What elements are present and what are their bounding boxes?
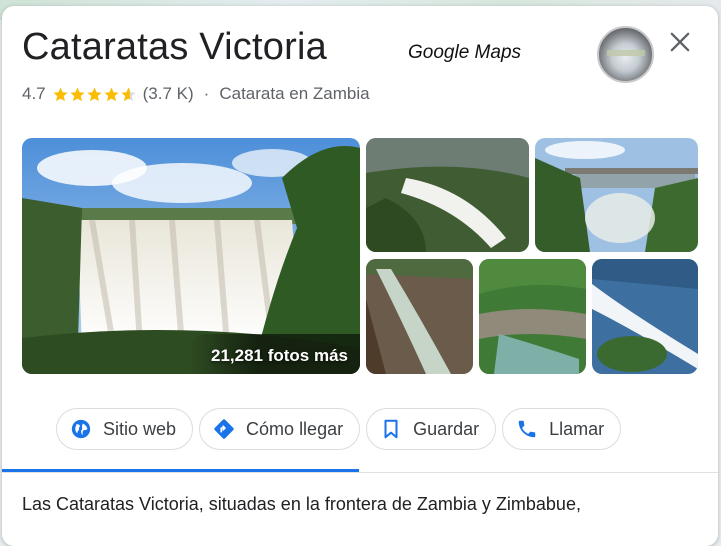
close-button[interactable] — [666, 28, 694, 56]
active-tab-indicator — [2, 469, 359, 472]
rating-value: 4.7 — [22, 84, 46, 103]
directions-icon — [212, 417, 236, 441]
review-count[interactable]: (3.7 K) — [143, 84, 194, 104]
save-label: Guardar — [413, 418, 480, 439]
tab-divider — [2, 472, 718, 473]
photo-3[interactable] — [535, 138, 698, 252]
google-maps-label[interactable]: Google Maps — [408, 42, 521, 64]
website-button[interactable]: Sitio web — [56, 408, 194, 450]
photo-2[interactable] — [366, 138, 529, 252]
photo-4[interactable] — [366, 259, 473, 374]
save-button[interactable]: Guardar — [366, 408, 497, 450]
call-label: Llamar — [549, 418, 605, 439]
more-photos-label[interactable]: 21,281 fotos más — [211, 346, 348, 366]
place-description: Las Cataratas Victoria, situadas en la f… — [22, 494, 581, 514]
directions-label: Cómo llegar — [246, 418, 344, 439]
place-category: Catarata en Zambia — [219, 84, 370, 103]
action-buttons: Sitio web Cómo llegar Guardar Llamar — [56, 408, 622, 450]
star-icon — [70, 86, 85, 101]
directions-button[interactable]: Cómo llegar — [199, 408, 361, 450]
photo-main[interactable]: 21,281 fotos más — [22, 138, 360, 374]
phone-icon — [515, 417, 539, 441]
call-button[interactable]: Llamar — [502, 408, 622, 450]
bookmark-icon — [379, 417, 403, 441]
star-icon — [87, 86, 102, 101]
close-icon — [670, 32, 690, 52]
star-rating — [52, 86, 137, 103]
photo-5[interactable] — [479, 259, 586, 374]
rating-row: 4.7 (3.7 K) · Catarata en Zambia — [22, 84, 370, 104]
separator-dot: · — [203, 84, 210, 103]
star-icon — [53, 86, 68, 101]
globe-icon — [69, 417, 93, 441]
thumbnail-detail — [607, 50, 645, 56]
place-thumbnail[interactable] — [597, 26, 654, 83]
website-label: Sitio web — [103, 418, 177, 439]
photo-6[interactable] — [592, 259, 698, 374]
star-icon — [104, 86, 119, 101]
place-knowledge-panel: Cataratas Victoria Google Maps 4.7 (3.7 … — [2, 6, 718, 546]
star-half-icon — [121, 86, 136, 101]
place-title: Cataratas Victoria — [22, 26, 327, 68]
